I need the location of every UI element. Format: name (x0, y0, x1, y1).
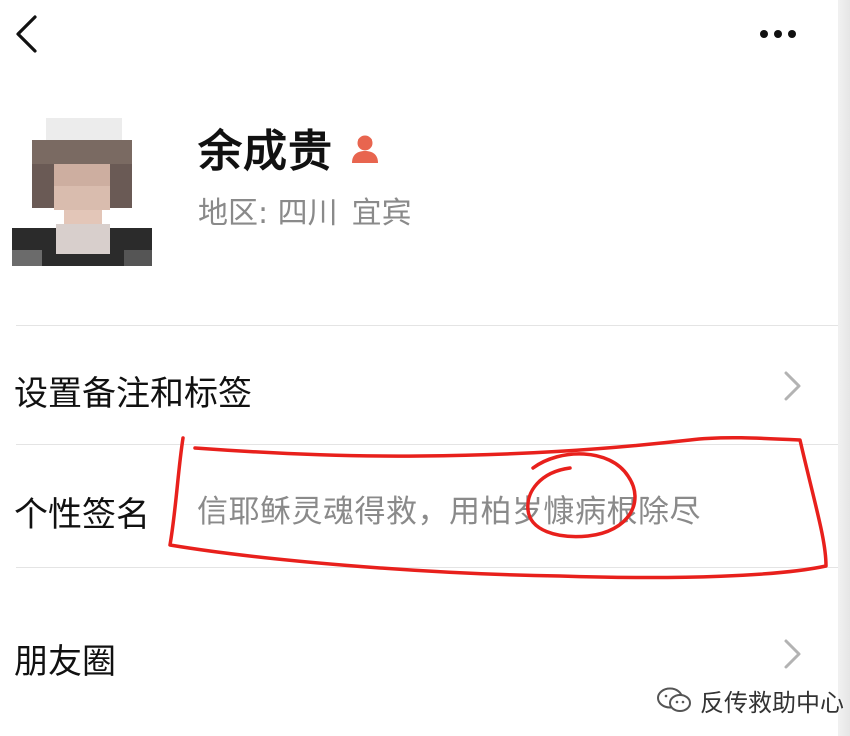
more-options-button[interactable] (748, 14, 808, 54)
region-city: 宜宾 (351, 196, 412, 231)
moments-label: 朋友圈 (14, 642, 116, 682)
screen-edge (838, 0, 850, 736)
more-dots-icon (760, 30, 768, 38)
remarks-tags-row[interactable]: 设置备注和标签 (0, 326, 838, 444)
region-province: 四川 (277, 196, 338, 231)
profile-name: 余成贵 (198, 126, 333, 177)
female-user-icon (352, 135, 378, 163)
wechat-icon (657, 687, 691, 712)
chevron-right-icon (784, 371, 801, 401)
avatar[interactable] (12, 118, 152, 266)
watermark-text: 反传救助中心 (700, 688, 844, 717)
watermark: 反传救助中心 (656, 684, 844, 717)
back-button[interactable] (6, 10, 46, 58)
chevron-left-icon (16, 15, 37, 53)
signature-label: 个性签名 (14, 495, 150, 535)
remarks-tags-label: 设置备注和标签 (14, 374, 252, 414)
signature-value: 信耶稣灵魂得救，用柏岁慷病根除尽 (197, 494, 701, 530)
chevron-right-icon (784, 639, 801, 669)
region-info: 地区: 四川 宜宾 (198, 194, 412, 234)
region-label: 地区: (198, 196, 269, 231)
top-bar (0, 0, 850, 70)
